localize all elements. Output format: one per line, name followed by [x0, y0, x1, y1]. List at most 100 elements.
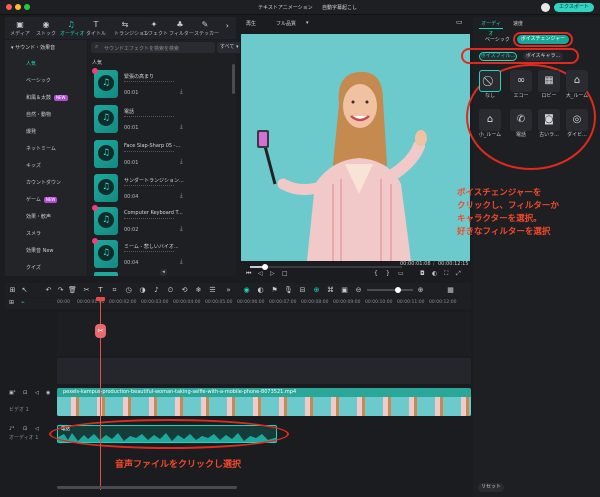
list-item[interactable]: [94, 272, 118, 276]
color-icon[interactable]: ◑: [137, 283, 148, 297]
zoom-handle[interactable]: [395, 287, 401, 293]
sidebar-item-japanese[interactable]: 和風＆太鼓 NEW: [5, 90, 87, 107]
chip-voice-character[interactable]: ボイスキャラ...: [523, 52, 563, 61]
list-item[interactable]: ♫ サンダートランジション... 00:04 ⤓: [94, 174, 186, 204]
audio-icon[interactable]: ♪: [151, 283, 162, 297]
download-icon[interactable]: ⤓: [180, 123, 183, 131]
download-icon[interactable]: ⤓: [180, 158, 183, 166]
sidebar-item-basic[interactable]: ベーシック: [5, 73, 87, 90]
play-icon[interactable]: ▷: [270, 270, 275, 277]
chip-voice-filter[interactable]: ボイスフィル...: [479, 52, 517, 61]
undo-icon[interactable]: ↶: [43, 283, 54, 297]
zoom-window-icon[interactable]: [24, 4, 30, 10]
download-icon[interactable]: ⤓: [180, 258, 183, 266]
scissors-icon[interactable]: ✂: [95, 324, 106, 338]
render-icon[interactable]: ◐: [255, 283, 266, 297]
tab-speed[interactable]: 速度: [513, 19, 523, 29]
tab-transition[interactable]: ⇆ トランジション: [114, 17, 149, 39]
timeline-scrollbar[interactable]: [57, 486, 237, 489]
snapshot-icon[interactable]: ▭: [456, 18, 463, 26]
search-input[interactable]: ⌕ サウンドエフェクトを検索を検索: [91, 42, 215, 53]
select-tool-icon[interactable]: ↖: [19, 283, 30, 297]
reset-button[interactable]: リセット: [478, 483, 504, 492]
tab-effect[interactable]: ✦ エフェクト: [143, 17, 168, 39]
link-track-icon[interactable]: ⌁: [21, 299, 25, 306]
stop-icon[interactable]: □: [282, 270, 288, 277]
tab-media[interactable]: ▣ メディア: [9, 17, 31, 39]
sidebar-header[interactable]: ▾ サウンド・効果音: [11, 44, 55, 51]
eye-icon[interactable]: ◉: [46, 390, 50, 396]
scrollbar[interactable]: [232, 64, 235, 94]
zoom-out-icon[interactable]: ⊖: [353, 283, 364, 297]
marker-icon[interactable]: ⚑: [269, 283, 280, 297]
list-item[interactable]: ♫ Face Slap-Sharp 05 -... 00:01 ⤓: [94, 140, 186, 170]
freeze-icon[interactable]: ❄: [193, 283, 204, 297]
download-icon[interactable]: ⤓: [180, 192, 183, 200]
auto-caption-label[interactable]: 自動字幕起こし: [322, 4, 357, 11]
display-icon[interactable]: ▭: [398, 270, 404, 277]
sidebar-item-popular[interactable]: 人気: [5, 56, 87, 73]
voice-lobby[interactable]: ▦ ロビー: [537, 70, 561, 106]
tab-filter[interactable]: ♣ フィルター: [169, 17, 194, 39]
collapse-icon[interactable]: ◂: [160, 269, 167, 276]
add-track-icon[interactable]: ⊞: [9, 299, 14, 306]
export-button[interactable]: エクスポート: [554, 3, 594, 12]
link-icon[interactable]: ⌘: [325, 283, 336, 297]
voice-phone[interactable]: ✆ 電話: [509, 109, 533, 145]
empty-lane[interactable]: [57, 312, 471, 356]
quality-select[interactable]: フル品質: [276, 20, 296, 27]
voice-echo[interactable]: ∞ エコー: [509, 70, 533, 106]
step-back-icon[interactable]: ◁: [258, 270, 263, 277]
list-item[interactable]: ♫ 電話 00:01 ⤓: [94, 105, 186, 135]
mic-icon[interactable]: 🎙: [283, 283, 294, 297]
list-item[interactable]: ♫ Computer Keyboard T... 00:02 ⤓: [92, 205, 186, 237]
zoom-slider[interactable]: [367, 287, 413, 293]
tab-basic[interactable]: ベーシック: [485, 36, 510, 43]
more-icon[interactable]: »: [223, 283, 234, 297]
playback-tab[interactable]: 再生: [246, 20, 256, 27]
timeline-ruler[interactable]: ⊞ ⌁ 00:00 00:00:01:00 00:00:02:00 00:00:…: [5, 298, 471, 309]
tab-voice-changer[interactable]: ボイスチェンジャー: [517, 35, 569, 44]
download-icon[interactable]: ⤓: [180, 88, 183, 96]
mark-out-icon[interactable]: }: [386, 270, 390, 277]
skip-back-icon[interactable]: ⏮: [246, 270, 251, 278]
progress-handle[interactable]: [262, 264, 269, 270]
mute-icon[interactable]: ◁: [35, 426, 39, 432]
redo-icon[interactable]: ↷: [55, 283, 66, 297]
sidebar-item-game[interactable]: ゲーム NEW: [5, 192, 87, 209]
tab-sticker[interactable]: ✎ ステッカー: [194, 17, 219, 39]
image-icon[interactable]: ▣: [339, 283, 350, 297]
volume-icon[interactable]: ◐: [432, 270, 437, 277]
tab-stock[interactable]: ◉ ストック: [35, 17, 57, 39]
snap-icon[interactable]: ⊕: [311, 283, 322, 297]
list-item[interactable]: ♫ ミーム - 悲しいバイオ... 00:04 ⤓: [92, 238, 186, 270]
crop-icon[interactable]: ⌗: [109, 283, 120, 297]
cut-icon[interactable]: ✂: [81, 283, 92, 297]
lock-icon[interactable]: ⊡: [23, 390, 27, 396]
playhead-handle[interactable]: [96, 297, 105, 301]
voice-none[interactable]: ⃠なし: [478, 70, 502, 106]
sidebar-item-quiz[interactable]: クイズ: [5, 260, 87, 277]
voice-small-room[interactable]: ⌂ 小_ルーム: [478, 109, 502, 145]
expand-icon[interactable]: ⤢: [456, 270, 461, 278]
zoom-in-icon[interactable]: ⊕: [415, 283, 426, 297]
adjust-icon[interactable]: ☰: [207, 283, 218, 297]
minimize-window-icon[interactable]: [15, 4, 21, 10]
empty-lane[interactable]: [57, 358, 471, 384]
sidebar-item-sfx-new[interactable]: 効果音 New: [5, 243, 87, 260]
sidebar-item-cheer[interactable]: 効果・歓声: [5, 209, 87, 226]
voice-diving[interactable]: ◎ ダイビ...: [565, 109, 589, 145]
voice-large-room[interactable]: ⌂ 大_ルーム: [565, 70, 589, 106]
transform-icon[interactable]: ⟲: [179, 283, 190, 297]
avatar[interactable]: [541, 3, 550, 12]
split-icon[interactable]: ⊟: [297, 283, 308, 297]
text-icon[interactable]: T: [95, 283, 106, 297]
download-icon[interactable]: ⤓: [180, 225, 183, 233]
tab-audio-props[interactable]: オーディオ: [479, 19, 503, 37]
video-preview[interactable]: [241, 34, 470, 261]
speed-icon[interactable]: ◷: [123, 283, 134, 297]
sidebar-item-netmeme[interactable]: ネットミーム: [5, 141, 87, 158]
grid-view-icon[interactable]: ▦: [445, 283, 456, 297]
list-item[interactable]: ♫ 緊張の高まり 00:01 ⤓: [92, 68, 186, 100]
close-window-icon[interactable]: [6, 4, 12, 10]
